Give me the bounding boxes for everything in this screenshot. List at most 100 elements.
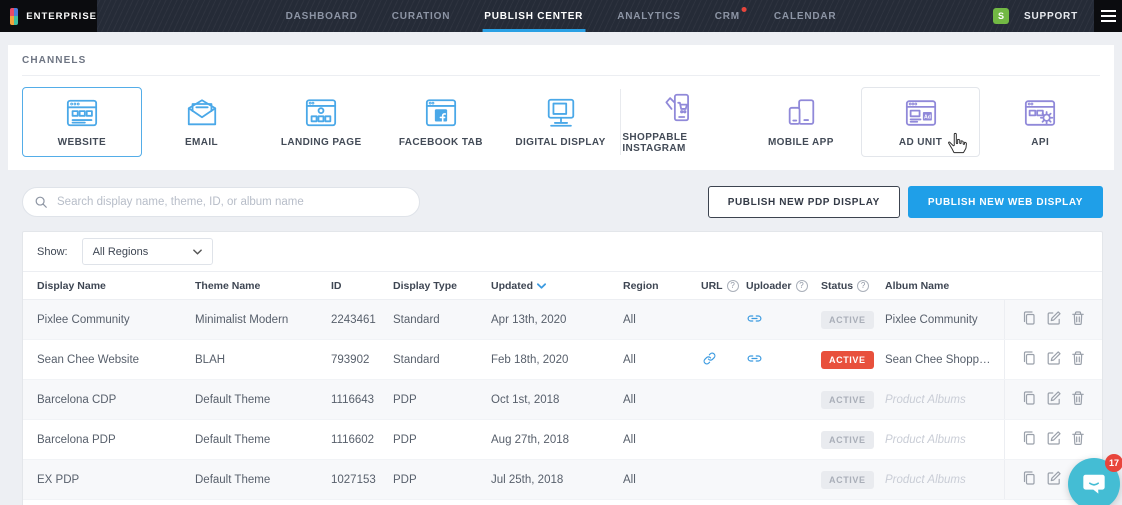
cell-status: ACTIVE	[821, 391, 885, 409]
channel-api[interactable]: API	[980, 87, 1100, 157]
channel-label: API	[1031, 137, 1049, 148]
cell-display-type: Standard	[393, 314, 491, 326]
chat-widget-button[interactable]: 17	[1068, 458, 1120, 505]
edit-icon	[1046, 310, 1062, 329]
cell-updated: Jul 25th, 2018	[491, 474, 623, 486]
column-header-updated: Updated	[491, 280, 623, 292]
cell-theme-name: Minimalist Modern	[195, 314, 331, 326]
channel-landing-page[interactable]: LANDING PAGE	[261, 87, 381, 157]
cell-actions	[1004, 340, 1102, 379]
duplicate-display-button[interactable]	[1021, 470, 1037, 489]
channel-facebook-tab[interactable]: FACEBOOK TAB	[381, 87, 501, 157]
cell-updated: Feb 18th, 2020	[491, 354, 623, 366]
publish-new-pdp-display-button[interactable]: PUBLISH NEW PDP DISPLAY	[708, 186, 900, 218]
edit-icon	[1046, 390, 1062, 409]
status-badge: ACTIVE	[821, 471, 874, 489]
channels-title: CHANNELS	[22, 55, 1100, 66]
column-label: Display Name	[37, 280, 106, 292]
nav-item-crm[interactable]: CRM	[713, 0, 742, 32]
email-icon	[179, 96, 225, 130]
channel-mobile-app[interactable]: MOBILE APP	[741, 87, 861, 157]
channel-label: SHOPPABLE INSTAGRAM	[622, 132, 740, 154]
help-icon[interactable]: ?	[727, 280, 739, 292]
trash-icon	[1070, 390, 1086, 409]
cell-display-type: PDP	[393, 394, 491, 406]
copy-icon	[1021, 470, 1037, 489]
channel-label: FACEBOOK TAB	[399, 137, 483, 148]
nav-item-dashboard[interactable]: DASHBOARD	[284, 0, 360, 32]
uploader-link-icon[interactable]	[746, 316, 763, 328]
chat-unread-badge: 17	[1105, 454, 1122, 472]
delete-display-button[interactable]	[1070, 350, 1086, 369]
table-row: Barcelona CDPDefault Theme1116643PDPOct …	[23, 380, 1102, 420]
column-header-url: URL?	[701, 280, 746, 292]
cell-album-name: Pixlee Community	[885, 314, 1004, 326]
duplicate-display-button[interactable]	[1021, 350, 1037, 369]
cell-status: ACTIVE	[821, 431, 885, 449]
table-header-row: Display Name Theme NameID Display TypeUpda…	[23, 272, 1102, 300]
cell-album-name: Product Albums	[885, 434, 1004, 446]
user-avatar-badge[interactable]: S	[993, 8, 1009, 24]
displays-table: Show: All Regions Display Name Theme Name…	[22, 231, 1103, 505]
nav-item-label: DASHBOARD	[286, 11, 358, 22]
column-header-id: ID	[331, 280, 393, 292]
brand[interactable]: ENTERPRISE	[0, 0, 97, 32]
edit-display-button[interactable]	[1046, 470, 1062, 489]
channel-digital-display[interactable]: DIGITAL DISPLAY	[501, 87, 621, 157]
duplicate-display-button[interactable]	[1021, 310, 1037, 329]
channels-row: WEBSITEEMAILLANDING PAGE FACEBOOK TAB DIGI…	[22, 87, 1100, 157]
nav-item-label: CRM	[715, 11, 740, 22]
edit-icon	[1046, 430, 1062, 449]
delete-display-button[interactable]	[1070, 430, 1086, 449]
edit-display-button[interactable]	[1046, 430, 1062, 449]
publish-new-web-display-button[interactable]: PUBLISH NEW WEB DISPLAY	[908, 186, 1103, 218]
column-header-display-type: Display Type	[393, 280, 491, 292]
nav-item-publish-center[interactable]: PUBLISH CENTER	[482, 0, 585, 32]
delete-display-button[interactable]	[1070, 390, 1086, 409]
cell-region: All	[623, 394, 701, 406]
uploader-link-icon[interactable]	[746, 356, 763, 368]
trash-icon	[1070, 430, 1086, 449]
cell-updated: Apr 13th, 2020	[491, 314, 623, 326]
nav-item-curation[interactable]: CURATION	[390, 0, 452, 32]
cell-album-name: Product Albums	[885, 474, 1004, 486]
column-header-display-name: Display Name	[37, 280, 195, 292]
column-header-theme-name: Theme Name	[195, 280, 331, 292]
search-input[interactable]	[22, 187, 420, 217]
duplicate-display-button[interactable]	[1021, 390, 1037, 409]
url-link-icon[interactable]	[701, 356, 718, 368]
nav-item-analytics[interactable]: ANALYTICS	[615, 0, 683, 32]
show-label: Show:	[37, 246, 68, 258]
brand-label: ENTERPRISE	[26, 11, 97, 22]
help-icon[interactable]: ?	[857, 280, 869, 292]
table-filter-row: Show: All Regions	[23, 232, 1102, 272]
table-row: Barcelona PDPDefault Theme1116602PDPAug …	[23, 420, 1102, 460]
edit-display-button[interactable]	[1046, 350, 1062, 369]
toolbar-buttons: PUBLISH NEW PDP DISPLAY PUBLISH NEW WEB …	[708, 186, 1103, 218]
region-filter-value: All Regions	[93, 246, 149, 258]
nav-item-calendar[interactable]: CALENDAR	[772, 0, 839, 32]
hamburger-menu-icon[interactable]	[1094, 0, 1122, 32]
channel-ad-unit[interactable]: AdAD UNIT	[861, 87, 981, 157]
support-link[interactable]: SUPPORT	[1024, 11, 1078, 22]
channel-email[interactable]: EMAIL	[142, 87, 262, 157]
help-icon[interactable]: ?	[796, 280, 808, 292]
edit-display-button[interactable]	[1046, 310, 1062, 329]
status-badge: ACTIVE	[821, 351, 874, 369]
cell-display-name: Barcelona PDP	[37, 434, 195, 446]
copy-icon	[1021, 350, 1037, 369]
facebook-tab-icon	[418, 96, 464, 130]
nav-item-label: CALENDAR	[774, 11, 837, 22]
sort-desc-icon[interactable]	[537, 280, 546, 292]
duplicate-display-button[interactable]	[1021, 430, 1037, 449]
column-label: ID	[331, 280, 342, 292]
region-filter-dropdown[interactable]: All Regions	[82, 238, 213, 265]
channel-website[interactable]: WEBSITE	[22, 87, 142, 157]
channel-label: DIGITAL DISPLAY	[515, 137, 605, 148]
column-label: Updated	[491, 280, 533, 292]
edit-display-button[interactable]	[1046, 390, 1062, 409]
cell-actions	[1004, 300, 1102, 339]
channel-shoppable-instagram[interactable]: SHOPPABLE INSTAGRAM	[621, 87, 741, 157]
column-label: URL	[701, 280, 723, 292]
delete-display-button[interactable]	[1070, 310, 1086, 329]
